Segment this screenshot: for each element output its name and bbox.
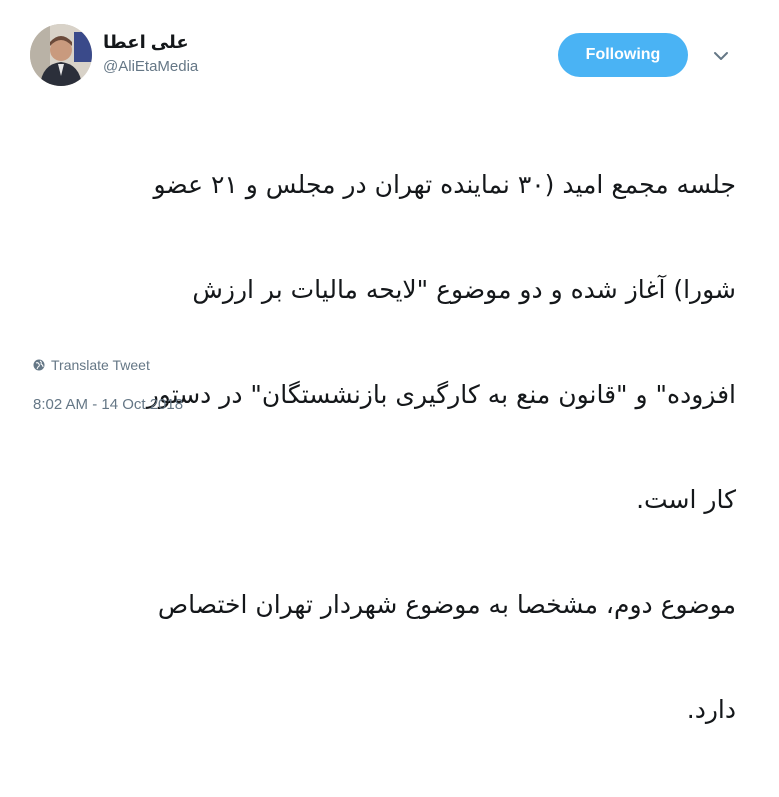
translate-label: Translate Tweet xyxy=(51,357,150,373)
tweet-timestamp[interactable]: 8:02 AM - 14 Oct 2018 xyxy=(33,396,183,413)
tweet-text: جلسه مجمع امید (۳۰ نماینده تهران در مجلس… xyxy=(30,97,736,797)
tweet-text-line: کار است. xyxy=(636,485,736,514)
avatar[interactable] xyxy=(30,24,92,86)
tweet-text-line: موضوع دوم، مشخصا به موضوع شهردار تهران ا… xyxy=(157,590,736,619)
user-info: علی اعطا @AliEtaMedia xyxy=(103,30,198,78)
screen-name[interactable]: @AliEtaMedia xyxy=(103,56,198,78)
tweet-card: علی اعطا @AliEtaMedia Following جلسه مجم… xyxy=(0,0,779,724)
globe-icon xyxy=(33,359,45,371)
following-button[interactable]: Following xyxy=(558,33,688,77)
tweet-text-line: جلسه مجمع امید (۳۰ نماینده تهران در مجلس… xyxy=(153,170,736,199)
avatar-photo xyxy=(30,24,92,86)
tweet-text-line: دارد. xyxy=(686,695,736,724)
chevron-down-icon[interactable] xyxy=(711,48,731,64)
translate-tweet-link[interactable]: Translate Tweet xyxy=(33,357,150,373)
display-name[interactable]: علی اعطا xyxy=(103,30,198,54)
tweet-text-line: شورا) آغاز شده و دو موضوع "لایحه مالیات … xyxy=(192,275,736,304)
